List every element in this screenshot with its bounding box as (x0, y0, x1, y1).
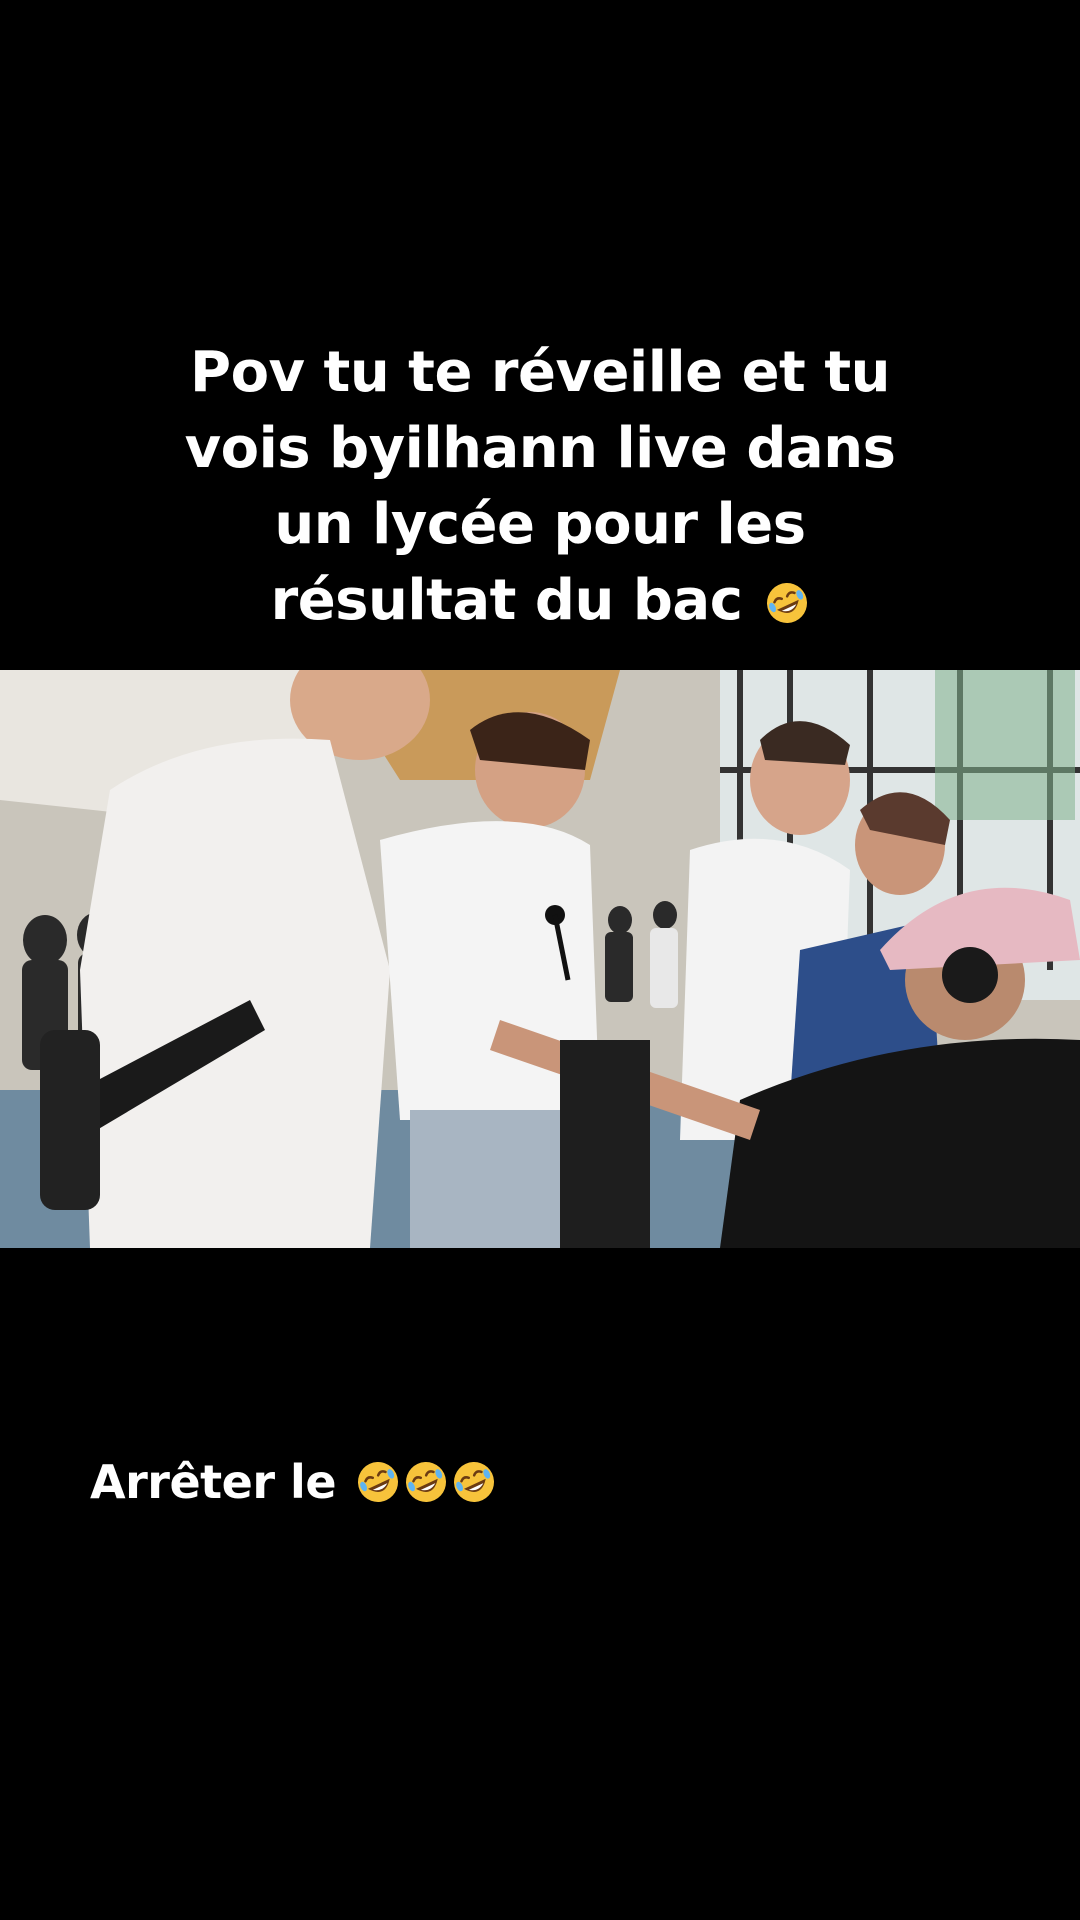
caption-line-3: un lycée pour les (274, 492, 806, 557)
laughing-emoji-icon (767, 583, 808, 623)
overlay-caption-top: Pov tu te réveille et tu vois byilhann l… (160, 335, 920, 639)
laughing-emoji-icon (405, 1462, 446, 1502)
caption-line-4-text: résultat du bac (270, 568, 743, 633)
caption-line-2: vois byilhann live dans (184, 416, 896, 481)
laughing-emoji-icon (357, 1462, 398, 1502)
caption-bottom-text: Arrêter le (90, 1455, 337, 1509)
overlay-caption-bottom: Arrêter le (90, 1452, 496, 1512)
laughing-emoji-icon (453, 1462, 494, 1502)
video-frame[interactable] (0, 670, 1080, 1248)
caption-line-1: Pov tu te réveille et tu (190, 340, 890, 405)
school-hall-scene-image (0, 670, 1080, 1248)
caption-line-4: résultat du bac (160, 563, 920, 639)
